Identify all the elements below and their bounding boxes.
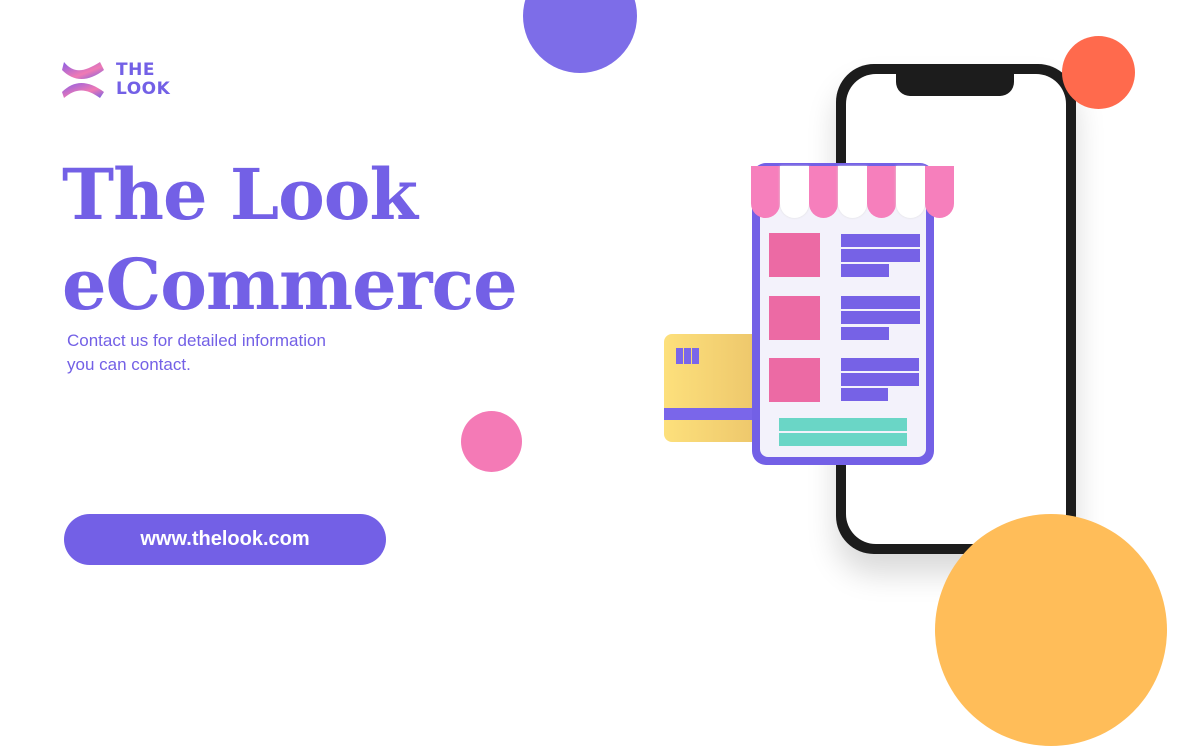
decor-circle-orange [1062,36,1135,109]
decor-circle-pink [461,411,522,472]
logo-text: THE LOOK [116,61,170,99]
headline-line-2: eCommerce [62,243,518,326]
logo-icon [60,58,106,105]
decor-circle-yellow [935,514,1167,746]
subtitle: Contact us for detailed information you c… [67,329,387,377]
credit-card-illustration [664,334,764,442]
decor-circle-purple [523,0,637,73]
logo-line-2: LOOK [116,79,171,99]
website-button[interactable]: www.thelook.com [64,514,386,565]
subtitle-line-2: you can contact. [67,355,191,374]
logo-line-1: THE [116,60,155,80]
subtitle-line-1: Contact us for detailed information [67,331,326,350]
headline-line-1: The Look [62,153,418,236]
